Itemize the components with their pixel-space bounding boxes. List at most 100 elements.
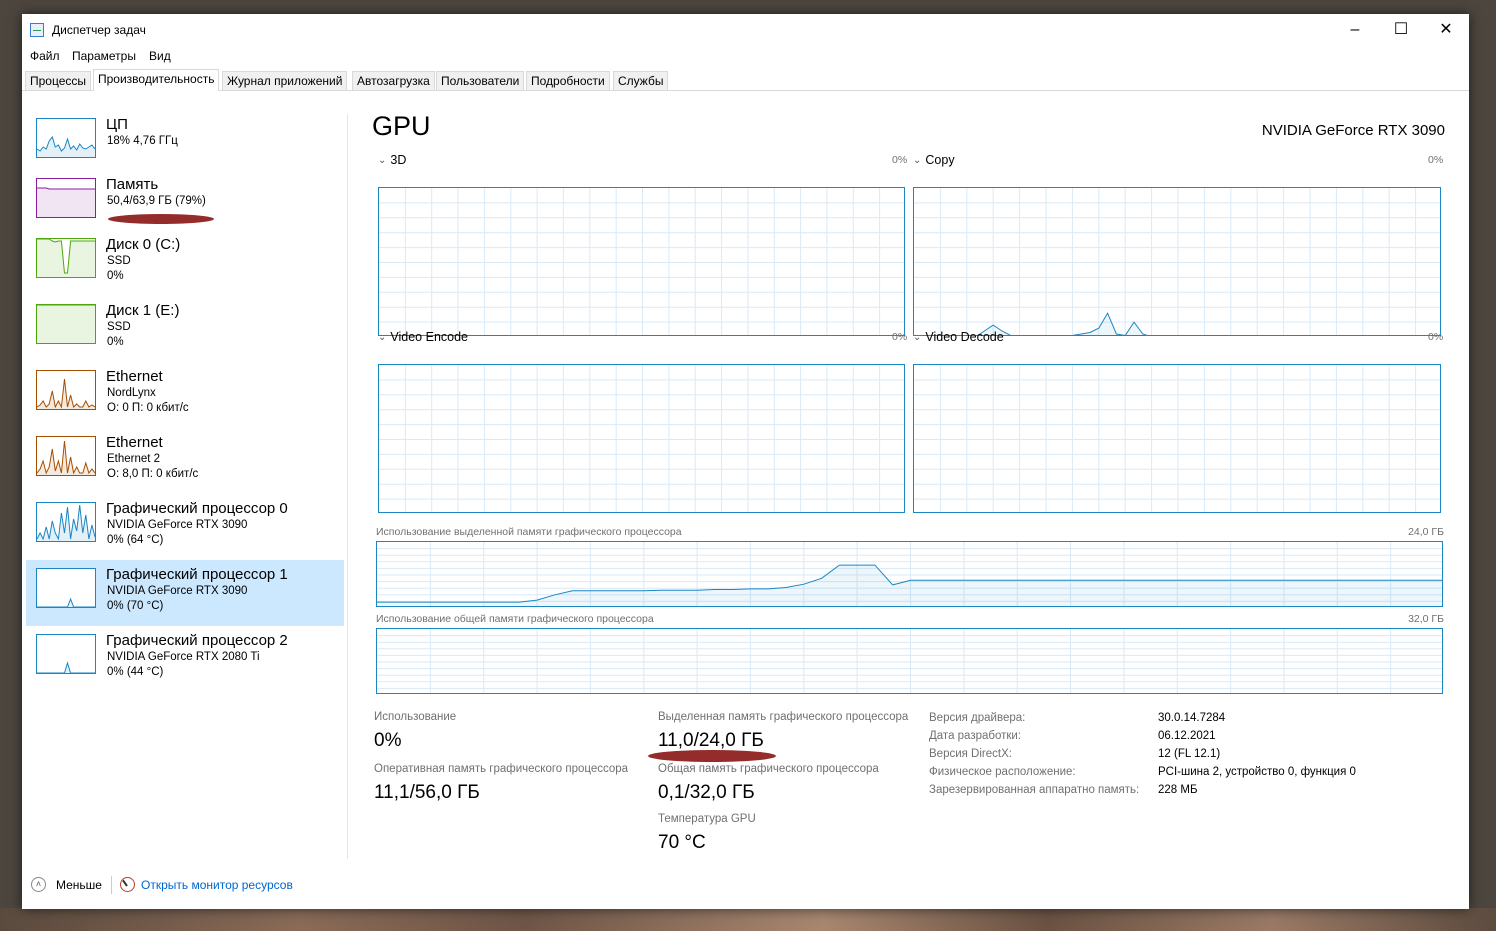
engine-video-decode-percent: 0% [1428, 331, 1444, 343]
reserved-memory-key: Зарезервированная аппаратно память: [929, 784, 1140, 796]
dedicated-memory-graph [376, 541, 1443, 607]
sidebar-thumbnail-graph [36, 436, 96, 476]
footer-divider [111, 876, 112, 894]
sidebar-item-title: Ethernet [106, 434, 163, 451]
driver-date-key: Дата разработки: [929, 730, 1022, 742]
sidebar-item-net2[interactable]: Ethernet Ethernet 2 О: 8,0 П: 0 кбит/с [26, 428, 344, 494]
sidebar-thumbnail-graph [36, 238, 96, 278]
physical-location-value: PCI-шина 2, устройство 0, функция 0 [1158, 766, 1356, 778]
tab-services[interactable]: Службы [613, 71, 669, 90]
close-button[interactable]: ✕ [1423, 14, 1469, 46]
sidebar-item-title: ЦП [106, 116, 128, 133]
chevron-up-icon: ˄ [31, 877, 46, 892]
dedicated-memory-graph-max: 24,0 ГБ [1408, 526, 1444, 538]
red-highlight-mark [648, 750, 776, 762]
task-manager-window: Диспетчер задач – ☐ ✕ Файл Параметры Вид… [22, 14, 1469, 909]
sidebar-item-gpu1[interactable]: Графический процессор 1 NVIDIA GeForce RT… [26, 560, 344, 626]
engine-video-encode-label: Video Encode [390, 330, 469, 344]
reserved-memory-value: 228 МБ [1158, 784, 1198, 796]
minimize-button[interactable]: – [1332, 14, 1378, 46]
resource-sidebar: ЦП 18% 4,76 ГГц Память 50,4/63,9 ГБ (79%) Ди… [22, 90, 348, 860]
sidebar-item-net1[interactable]: Ethernet NordLynx О: 0 П: 0 кбит/с [26, 362, 344, 428]
physical-location-key: Физическое расположение: [929, 766, 1076, 778]
shared-memory-label: Общая память графического процессора [658, 763, 879, 775]
sidebar-item-subtitle: NVIDIA GeForce RTX 3090 [107, 585, 248, 597]
directx-version-value: 12 (FL 12.1) [1158, 748, 1221, 760]
engine-video-decode-selector[interactable]: ⌄ Video Decode [913, 330, 1004, 344]
page-title: GPU [372, 111, 431, 141]
sparkline-fill [37, 305, 95, 343]
sidebar-item-title: Ethernet [106, 368, 163, 385]
engine-video-encode-selector[interactable]: ⌄ Video Encode [378, 330, 468, 344]
menu-bar: Файл Параметры Вид [22, 46, 1469, 66]
sidebar-item-title: Диск 1 (E:) [106, 302, 180, 319]
desktop-background [0, 908, 1496, 931]
engine-video-encode-graph [378, 364, 905, 513]
sidebar-thumbnail-graph [36, 118, 96, 158]
gpu-temperature-label: Температура GPU [658, 813, 756, 825]
chevron-down-icon: ⌄ [913, 155, 922, 166]
sidebar-item-subtitle: SSD [107, 321, 131, 333]
sidebar-item-detail: 0% [107, 270, 124, 282]
sidebar-item-subtitle: Ethernet 2 [107, 453, 161, 465]
usage-label: Использование [374, 711, 457, 723]
sparkline-fill [37, 137, 95, 157]
sidebar-thumbnail-graph [36, 370, 96, 410]
menu-options[interactable]: Параметры [72, 49, 136, 63]
tab-users[interactable]: Пользователи [436, 71, 525, 90]
sidebar-item-subtitle: 50,4/63,9 ГБ (79%) [107, 195, 206, 207]
sidebar-item-subtitle: NordLynx [107, 387, 156, 399]
sidebar-item-mem[interactable]: Память 50,4/63,9 ГБ (79%) [26, 170, 344, 236]
menu-file[interactable]: Файл [30, 49, 60, 63]
shared-memory-value: 0,1/32,0 ГБ [658, 782, 755, 803]
dedicated-memory-graph-label: Использование выделенной памяти графичес… [376, 526, 682, 538]
gpu-memory-value: 11,1/56,0 ГБ [374, 782, 480, 803]
maximize-button[interactable]: ☐ [1378, 14, 1424, 46]
sidebar-item-gpu2[interactable]: Графический процессор 2 NVIDIA GeForce RT… [26, 626, 344, 692]
sidebar-item-title: Диск 0 (C:) [106, 236, 181, 253]
title-bar[interactable]: Диспетчер задач – ☐ ✕ [22, 14, 1469, 46]
tab-app-history[interactable]: Журнал приложений [222, 71, 348, 90]
shared-memory-graph-max: 32,0 ГБ [1408, 613, 1444, 625]
driver-version-key: Версия драйвера: [929, 712, 1026, 724]
tab-details[interactable]: Подробности [526, 71, 610, 90]
directx-version-key: Версия DirectX: [929, 748, 1012, 760]
engine-3d-selector[interactable]: ⌄ 3D [378, 153, 406, 167]
tab-bar: Процессы Производительность Журнал прило… [22, 69, 1469, 91]
sidebar-item-detail: О: 0 П: 0 кбит/с [107, 402, 189, 414]
gpu-model-name: NVIDIA GeForce RTX 3090 [1261, 122, 1445, 139]
sidebar-item-detail: 0% [107, 336, 124, 348]
driver-version-value: 30.0.14.7284 [1158, 712, 1226, 724]
sidebar-thumbnail-graph [36, 634, 96, 674]
sidebar-item-subtitle: NVIDIA GeForce RTX 2080 Ti [107, 651, 260, 663]
dedicated-memory-value: 11,0/24,0 ГБ [658, 730, 764, 751]
sidebar-item-cpu[interactable]: ЦП 18% 4,76 ГГц [26, 110, 344, 176]
sparkline-fill [37, 188, 95, 217]
engine-video-decode-label: Video Decode [925, 330, 1004, 344]
engine-copy-label: Copy [925, 153, 955, 167]
dedicated-memory-label: Выделенная память графического процессор… [658, 711, 909, 723]
task-manager-icon [30, 23, 44, 37]
chevron-down-icon: ⌄ [378, 155, 387, 166]
tab-startup[interactable]: Автозагрузка [352, 71, 435, 90]
sidebar-item-detail: О: 8,0 П: 0 кбит/с [107, 468, 199, 480]
sidebar-item-disk1[interactable]: Диск 1 (E:) SSD 0% [26, 296, 344, 362]
sparkline [37, 597, 95, 607]
sidebar-item-gpu0[interactable]: Графический процессор 0 NVIDIA GeForce RT… [26, 494, 344, 560]
sidebar-item-disk0[interactable]: Диск 0 (C:) SSD 0% [26, 230, 344, 296]
driver-date-value: 06.12.2021 [1158, 730, 1216, 742]
sidebar-item-subtitle: NVIDIA GeForce RTX 3090 [107, 519, 248, 531]
sidebar-item-title: Графический процессор 2 [106, 632, 288, 649]
sidebar-thumbnail-graph [36, 304, 96, 344]
engine-3d-label: 3D [390, 153, 407, 167]
tab-performance[interactable]: Производительность [93, 69, 220, 91]
sidebar-thumbnail-graph [36, 568, 96, 608]
sidebar-item-detail: 0% (44 °C) [107, 666, 164, 678]
shared-memory-graph [376, 628, 1443, 694]
footer-bar: ˄ Меньше Открыть монитор ресурсов [22, 872, 1469, 900]
menu-view[interactable]: Вид [149, 49, 171, 63]
gpu-details-panel: GPU NVIDIA GeForce RTX 3090 ⌄ 3D 0% ⌄ Copy… [348, 90, 1469, 860]
tab-processes[interactable]: Процессы [25, 71, 92, 90]
sidebar-item-title: Графический процессор 1 [106, 566, 288, 583]
engine-copy-selector[interactable]: ⌄ Copy [913, 153, 955, 167]
